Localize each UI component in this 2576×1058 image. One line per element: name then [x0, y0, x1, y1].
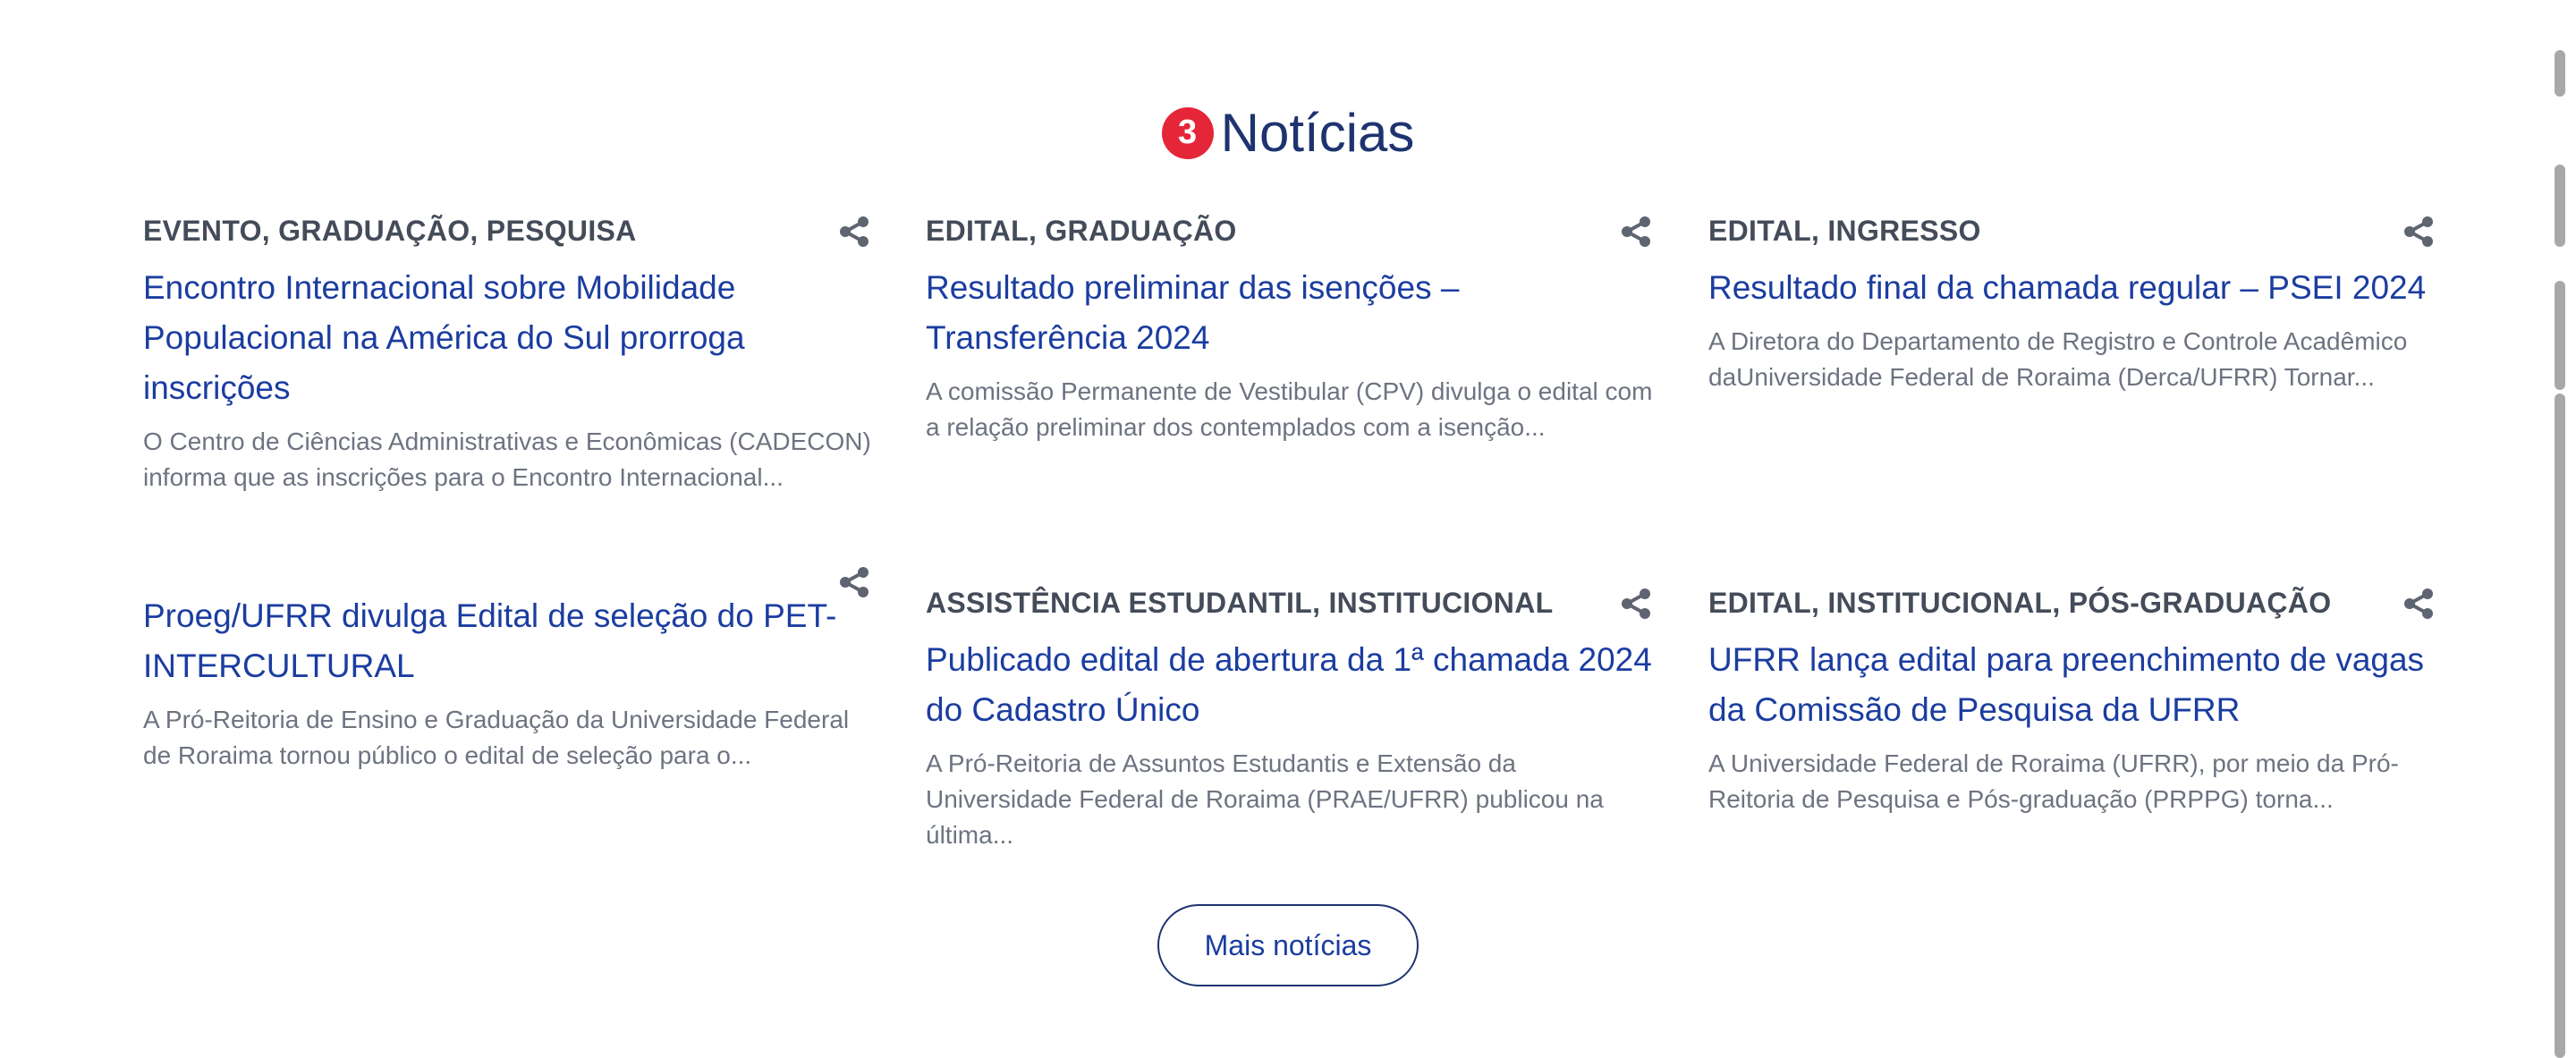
- news-title-link[interactable]: UFRR lança edital para preenchimento de …: [1708, 635, 2442, 735]
- share-icon[interactable]: [838, 566, 870, 598]
- news-card: EVENTO, GRADUAÇÃO, PESQUISA Encontro Int…: [143, 213, 877, 495]
- news-card: EDITAL, INSTITUCIONAL, PÓS-GRADUAÇÃO UFR…: [1708, 585, 2442, 817]
- scrollbar-segment[interactable]: [2555, 281, 2565, 390]
- scrollbar[interactable]: [2544, 0, 2576, 1058]
- news-title-link[interactable]: Encontro Internacional sobre Mobilidade …: [143, 263, 877, 413]
- news-excerpt: A Universidade Federal de Roraima (UFRR)…: [1708, 749, 2399, 813]
- news-excerpt: O Centro de Ciências Administrativas e E…: [143, 427, 871, 491]
- news-title-link[interactable]: Resultado preliminar das isenções – Tran…: [926, 263, 1659, 363]
- news-categories: EDITAL, GRADUAÇÃO: [926, 215, 1237, 247]
- scrollbar-thumb[interactable]: [2555, 394, 2565, 1058]
- news-excerpt: A comissão Permanente de Vestibular (CPV…: [926, 377, 1653, 441]
- news-excerpt: A Diretora do Departamento de Registro e…: [1708, 327, 2408, 391]
- news-card: Proeg/UFRR divulga Edital de seleção do …: [143, 591, 877, 774]
- share-icon[interactable]: [1620, 216, 1652, 248]
- news-title-link[interactable]: Publicado edital de abertura da 1ª chama…: [926, 635, 1659, 735]
- news-excerpt: A Pró-Reitoria de Ensino e Graduação da …: [143, 706, 850, 769]
- share-icon[interactable]: [1620, 588, 1652, 620]
- share-icon[interactable]: [2402, 588, 2435, 620]
- section-badge: 3: [1161, 106, 1214, 159]
- news-excerpt: A Pró-Reitoria de Assuntos Estudantis e …: [926, 749, 1604, 849]
- news-categories: ASSISTÊNCIA ESTUDANTIL, INSTITUCIONAL: [926, 587, 1554, 619]
- share-icon[interactable]: [2402, 216, 2435, 248]
- news-title-link[interactable]: Resultado final da chamada regular – PSE…: [1708, 263, 2442, 313]
- news-categories: EDITAL, INGRESSO: [1708, 215, 1981, 247]
- news-card: EDITAL, GRADUAÇÃO Resultado preliminar d…: [926, 213, 1659, 445]
- scrollbar-segment[interactable]: [2555, 50, 2565, 97]
- share-icon[interactable]: [838, 216, 870, 248]
- news-categories: EVENTO, GRADUAÇÃO, PESQUISA: [143, 215, 637, 247]
- scrollbar-segment[interactable]: [2555, 165, 2565, 247]
- news-title-link[interactable]: Proeg/UFRR divulga Edital de seleção do …: [143, 591, 877, 691]
- more-news-button[interactable]: Mais notícias: [1157, 904, 1419, 986]
- news-card: EDITAL, INGRESSO Resultado final da cham…: [1708, 213, 2442, 395]
- section-heading: 3 Notícias: [0, 102, 2576, 164]
- news-categories: EDITAL, INSTITUCIONAL, PÓS-GRADUAÇÃO: [1708, 587, 2332, 619]
- news-card: ASSISTÊNCIA ESTUDANTIL, INSTITUCIONAL Pu…: [926, 585, 1659, 853]
- section-title: Notícias: [1220, 103, 1415, 163]
